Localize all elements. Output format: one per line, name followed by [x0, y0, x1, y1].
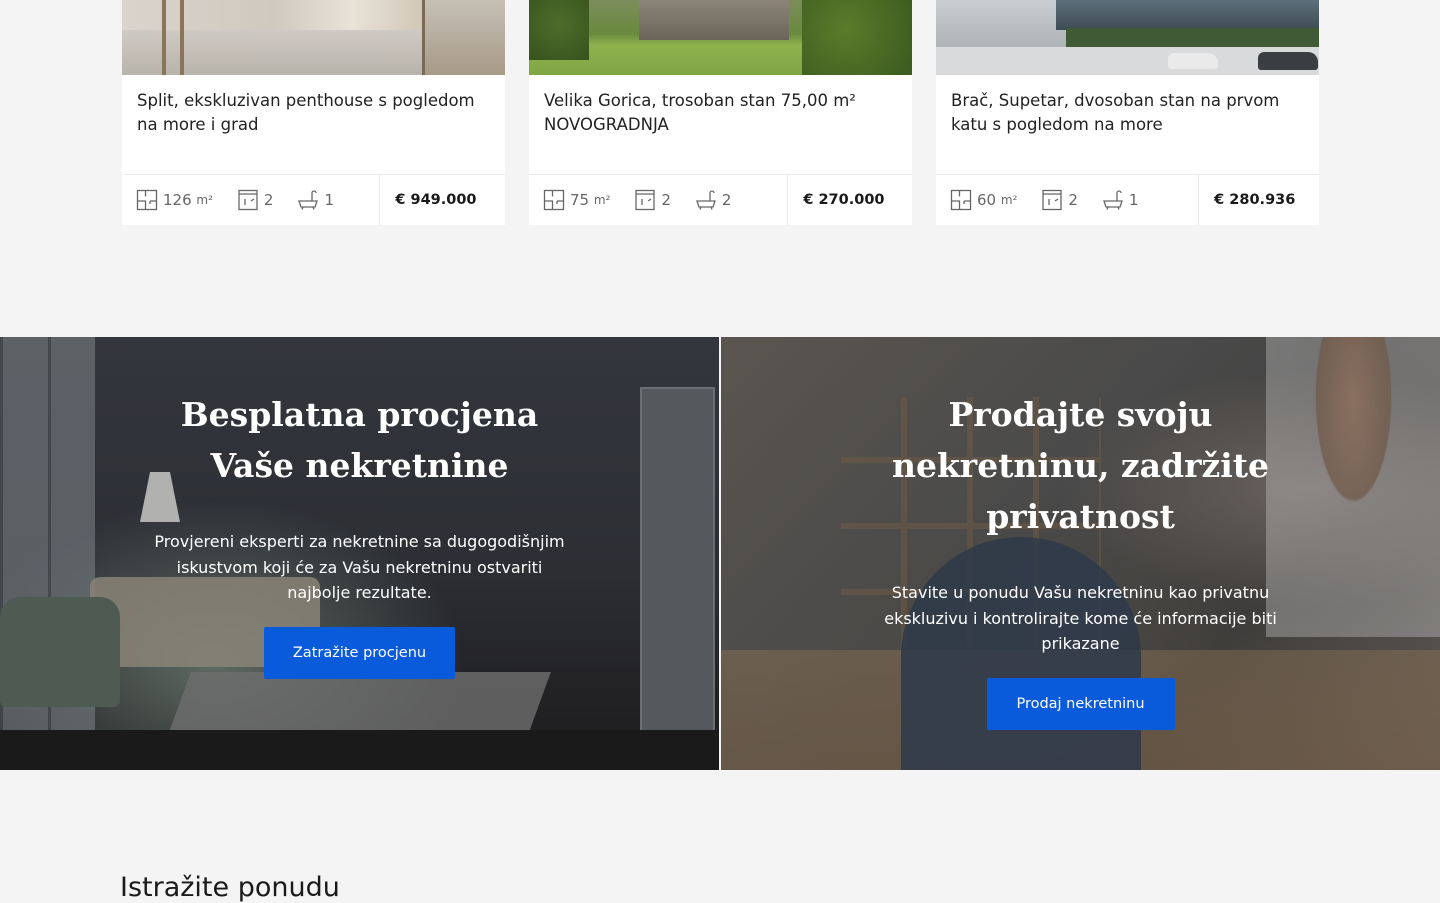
- valuation-banner: Besplatna procjena Vaše nekretnine Provj…: [0, 337, 719, 770]
- promo-banners: Besplatna procjena Vaše nekretnine Provj…: [0, 337, 1440, 770]
- listing-price: € 270.000: [787, 175, 912, 225]
- area-unit: m²: [196, 193, 213, 207]
- sell-property-button[interactable]: Prodaj nekretninu: [986, 677, 1175, 730]
- area-spec: 60 m²: [950, 189, 1017, 211]
- listing-footer: 126 m² 2 1 € 949.000: [122, 175, 505, 225]
- area-unit: m²: [593, 193, 611, 207]
- door-icon: [635, 189, 656, 211]
- bathrooms-spec: 2: [695, 189, 732, 211]
- bathtub-icon: [696, 190, 716, 210]
- listing-photo[interactable]: [936, 0, 1319, 75]
- rooms-value: 2: [1068, 191, 1078, 209]
- listing-card[interactable]: Brač, Supetar, dvosoban stan na prvom ka…: [936, 0, 1319, 225]
- rooms-value: 2: [661, 191, 671, 209]
- area-value: 126: [163, 191, 192, 209]
- bathtub-icon: [1103, 190, 1123, 210]
- sell-title: Prodajte svoju nekretninu, zadržite priv…: [891, 395, 1270, 536]
- door-icon: [1042, 189, 1063, 211]
- door-icon: [238, 189, 258, 211]
- listing-title[interactable]: Split, ekskluzivan penthouse s pogledom …: [122, 75, 505, 175]
- listing-footer: 60 m² 2 1 € 280.936: [936, 175, 1319, 225]
- area-spec: 126 m²: [136, 189, 213, 211]
- area-value: 60: [977, 191, 997, 209]
- listing-specs: 75 m² 2 2: [529, 175, 787, 225]
- listing-card[interactable]: Split, ekskluzivan penthouse s pogledom …: [122, 0, 505, 225]
- listing-title[interactable]: Brač, Supetar, dvosoban stan na prvom ka…: [936, 75, 1319, 175]
- bathrooms-value: 2: [721, 191, 732, 209]
- listing-footer: 75 m² 2 2 € 270.000: [529, 175, 912, 225]
- listing-card[interactable]: Velika Gorica, trosoban stan 75,00 m² NO…: [529, 0, 912, 225]
- valuation-text: Provjereni eksperti za nekretnine sa dug…: [154, 532, 565, 602]
- rooms-spec: 2: [1041, 189, 1078, 211]
- bathrooms-value: 1: [1128, 191, 1139, 209]
- listing-specs: 126 m² 2 1: [122, 175, 379, 225]
- bathrooms-spec: 1: [1102, 189, 1139, 211]
- bathrooms-value: 1: [324, 191, 335, 209]
- listing-title[interactable]: Velika Gorica, trosoban stan 75,00 m² NO…: [529, 75, 912, 175]
- floor-plan-icon: [950, 189, 972, 211]
- explore-heading: Istražite ponudu: [120, 872, 340, 903]
- rooms-spec: 2: [634, 189, 671, 211]
- area-unit: m²: [1000, 193, 1018, 207]
- request-valuation-button[interactable]: Zatražite procjenu: [264, 626, 455, 679]
- valuation-title: Besplatna procjena Vaše nekretnine: [180, 395, 539, 485]
- bathrooms-spec: 1: [297, 189, 334, 211]
- listing-photo[interactable]: [122, 0, 505, 75]
- listing-price: € 280.936: [1198, 175, 1319, 225]
- floor-plan-icon: [543, 189, 565, 211]
- listing-specs: 60 m² 2 1: [936, 175, 1198, 225]
- sell-banner: Prodajte svoju nekretninu, zadržite priv…: [721, 337, 1440, 770]
- bathtub-icon: [298, 190, 319, 210]
- sell-text: Stavite u ponudu Vašu nekretninu kao pri…: [884, 583, 1277, 653]
- rooms-value: 2: [263, 191, 274, 209]
- area-value: 75: [570, 191, 590, 209]
- rooms-spec: 2: [237, 189, 274, 211]
- listing-photo[interactable]: [529, 0, 912, 75]
- listing-price: € 949.000: [379, 175, 505, 225]
- listing-cards: Split, ekskluzivan penthouse s pogledom …: [122, 0, 1319, 225]
- area-spec: 75 m²: [543, 189, 610, 211]
- floor-plan-icon: [136, 189, 158, 211]
